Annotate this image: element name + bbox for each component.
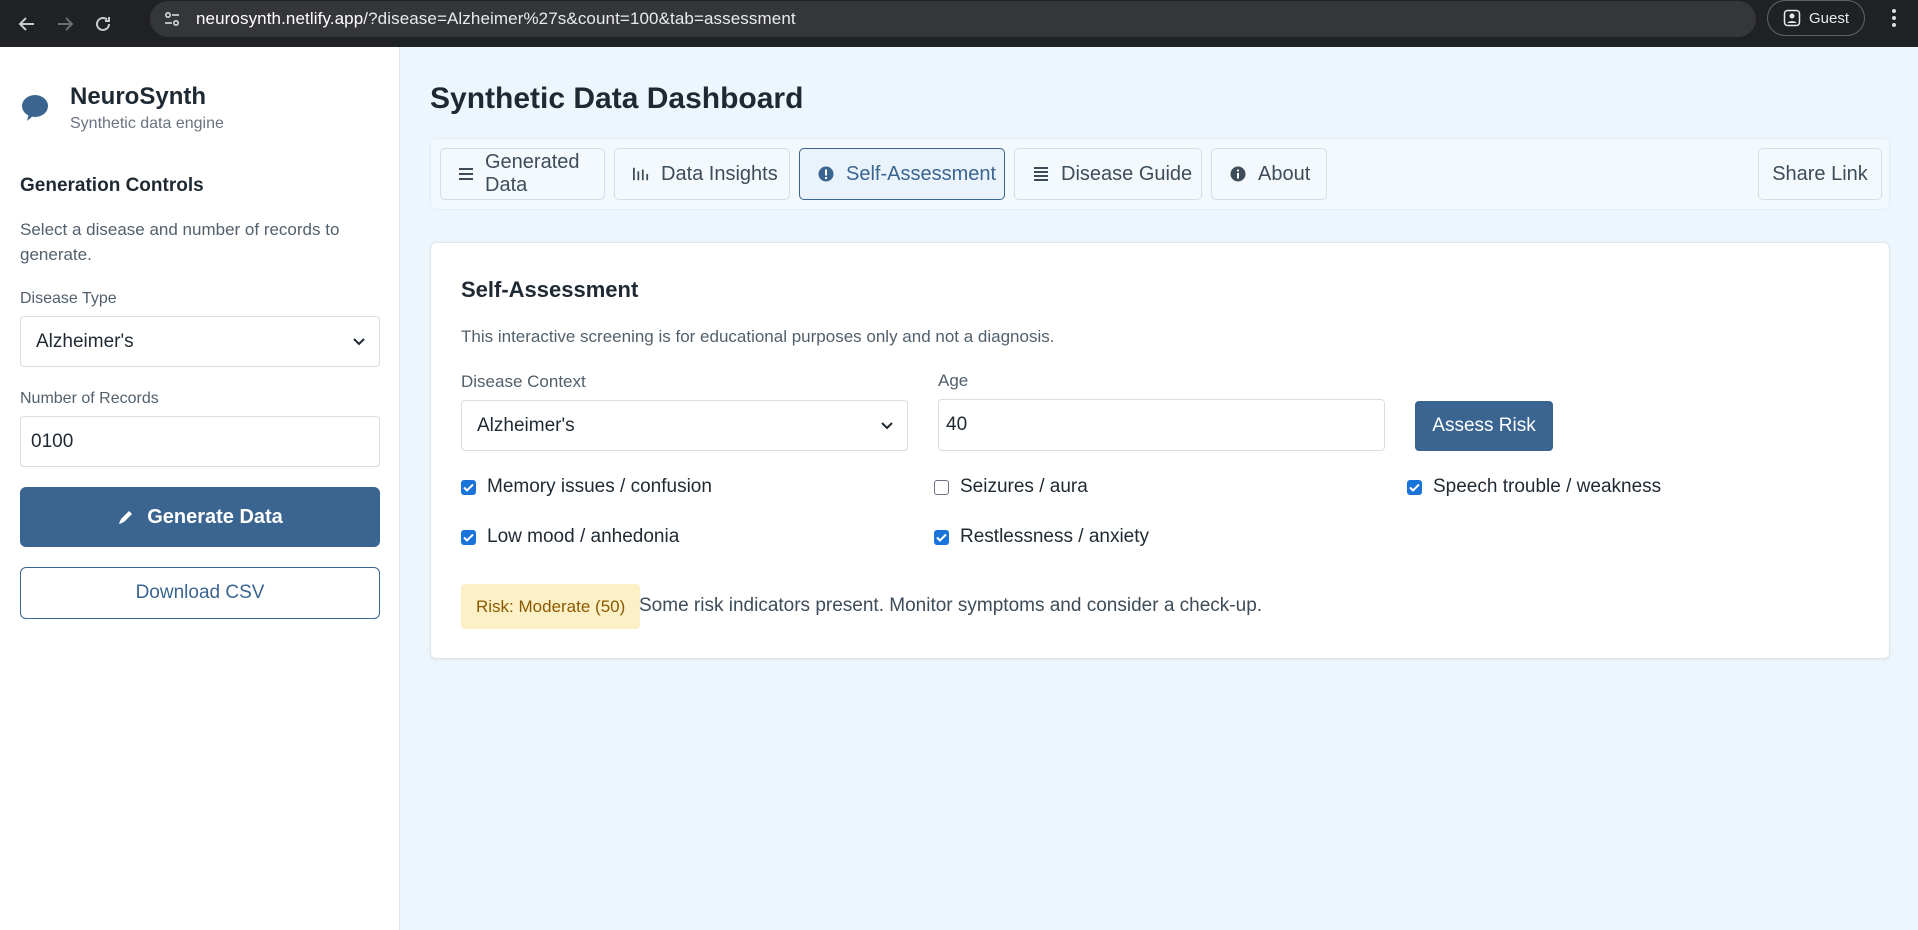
tab-label: Self-Assessment <box>846 162 997 185</box>
profile-button[interactable]: Guest <box>1767 0 1865 36</box>
card-title: Self-Assessment <box>461 277 639 302</box>
bar-chart-icon <box>633 167 649 181</box>
person-icon <box>1783 9 1801 27</box>
age-label: Age <box>938 371 969 390</box>
checkbox-checked[interactable] <box>461 479 476 495</box>
url-text: neurosynth.netlify.app/?disease=Alzheime… <box>196 9 796 29</box>
chevron-down-icon <box>353 337 365 345</box>
symptom-label: Memory issues / confusion <box>487 476 712 497</box>
symptom-label: Seizures / aura <box>960 476 1088 497</box>
list-icon <box>459 168 473 180</box>
generation-controls-description: Select a disease and number of records t… <box>20 220 340 264</box>
tab-label: About <box>1258 162 1311 185</box>
chevron-down-icon <box>881 421 893 429</box>
forward-icon[interactable] <box>46 7 84 41</box>
symptom-checkbox-speech[interactable]: Speech trouble / weakness <box>1407 476 1661 498</box>
symptom-checkbox-memory[interactable]: Memory issues / confusion <box>461 476 712 498</box>
checkbox-checked[interactable] <box>1407 479 1422 495</box>
disease-type-label: Disease Type <box>20 290 117 307</box>
browser-menu-icon[interactable] <box>1882 4 1906 32</box>
tab-disease-guide[interactable]: Disease Guide <box>1014 148 1202 200</box>
url-path: /?disease=Alzheimer%27s&count=100&tab=as… <box>363 9 796 28</box>
site-settings-icon[interactable] <box>162 9 182 29</box>
tab-bar: Generated Data Data Insights Self-Assess… <box>430 138 1890 210</box>
url-host: neurosynth.netlify.app <box>196 9 364 28</box>
age-value: 40 <box>946 414 968 435</box>
generate-data-button[interactable]: Generate Data <box>20 487 380 547</box>
symptom-label: Speech trouble / weakness <box>1433 476 1662 497</box>
reload-icon[interactable] <box>84 7 122 41</box>
risk-message: Some risk indicators present. Monitor sy… <box>639 595 1263 616</box>
tab-generated-data[interactable]: Generated Data <box>440 148 605 200</box>
brain-chat-icon <box>22 95 48 121</box>
checkbox-checked[interactable] <box>461 529 476 545</box>
disease-context-select[interactable]: Alzheimer's <box>461 400 908 451</box>
address-bar[interactable]: neurosynth.netlify.app/?disease=Alzheime… <box>150 1 1756 37</box>
back-icon[interactable] <box>8 7 46 41</box>
brand: NeuroSynth Synthetic data engine <box>20 83 379 133</box>
disease-type-select[interactable]: Alzheimer's <box>20 316 380 367</box>
sidebar: NeuroSynth Synthetic data engine Generat… <box>0 47 400 930</box>
disease-type-value: Alzheimer's <box>36 330 134 352</box>
age-input[interactable]: 40 <box>938 399 1385 451</box>
info-icon <box>1230 166 1246 182</box>
self-assessment-card: Self-Assessment This interactive screeni… <box>430 242 1890 659</box>
tab-self-assessment[interactable]: Self-Assessment <box>799 148 1005 200</box>
download-csv-button[interactable]: Download CSV <box>20 567 380 619</box>
records-value: 0100 <box>31 430 74 452</box>
tab-label: Generated Data <box>485 151 580 196</box>
risk-badge: Risk: Moderate (50) <box>461 584 641 629</box>
records-input[interactable]: 0100 <box>20 416 380 467</box>
symptom-checkbox-restlessness[interactable]: Restlessness / anxiety <box>934 526 1149 548</box>
page-title: Synthetic Data Dashboard <box>430 82 804 115</box>
brand-subtitle: Synthetic data engine <box>70 115 224 132</box>
symptom-checkbox-seizures[interactable]: Seizures / aura <box>934 476 1088 498</box>
generate-data-label: Generate Data <box>147 505 283 528</box>
symptom-checkbox-mood[interactable]: Low mood / anhedonia <box>461 526 679 548</box>
alert-circle-icon <box>818 166 834 182</box>
checkbox-unchecked[interactable] <box>934 479 949 495</box>
tab-label: Disease Guide <box>1061 162 1193 185</box>
disease-context-label: Disease Context <box>461 372 586 391</box>
browser-toolbar: neurosynth.netlify.app/?disease=Alzheime… <box>0 0 1918 47</box>
main-content: Synthetic Data Dashboard Generated Data … <box>401 47 1918 930</box>
records-label: Number of Records <box>20 390 159 407</box>
share-link-button[interactable]: Share Link <box>1758 148 1882 200</box>
disease-context-value: Alzheimer's <box>477 414 575 436</box>
card-description: This interactive screening is for educat… <box>461 327 1055 346</box>
tab-label: Data Insights <box>661 162 778 185</box>
checkbox-checked[interactable] <box>934 529 949 545</box>
generation-controls-heading: Generation Controls <box>20 175 204 196</box>
pencil-icon <box>119 511 133 524</box>
brand-title: NeuroSynth <box>70 83 207 110</box>
profile-label: Guest <box>1808 9 1850 27</box>
tab-data-insights[interactable]: Data Insights <box>614 148 790 200</box>
symptom-label: Low mood / anhedonia <box>487 526 680 547</box>
assess-risk-button[interactable]: Assess Risk <box>1415 401 1553 451</box>
tab-about[interactable]: About <box>1211 148 1327 200</box>
symptom-label: Restlessness / anxiety <box>960 526 1150 547</box>
list-icon <box>1033 167 1049 181</box>
